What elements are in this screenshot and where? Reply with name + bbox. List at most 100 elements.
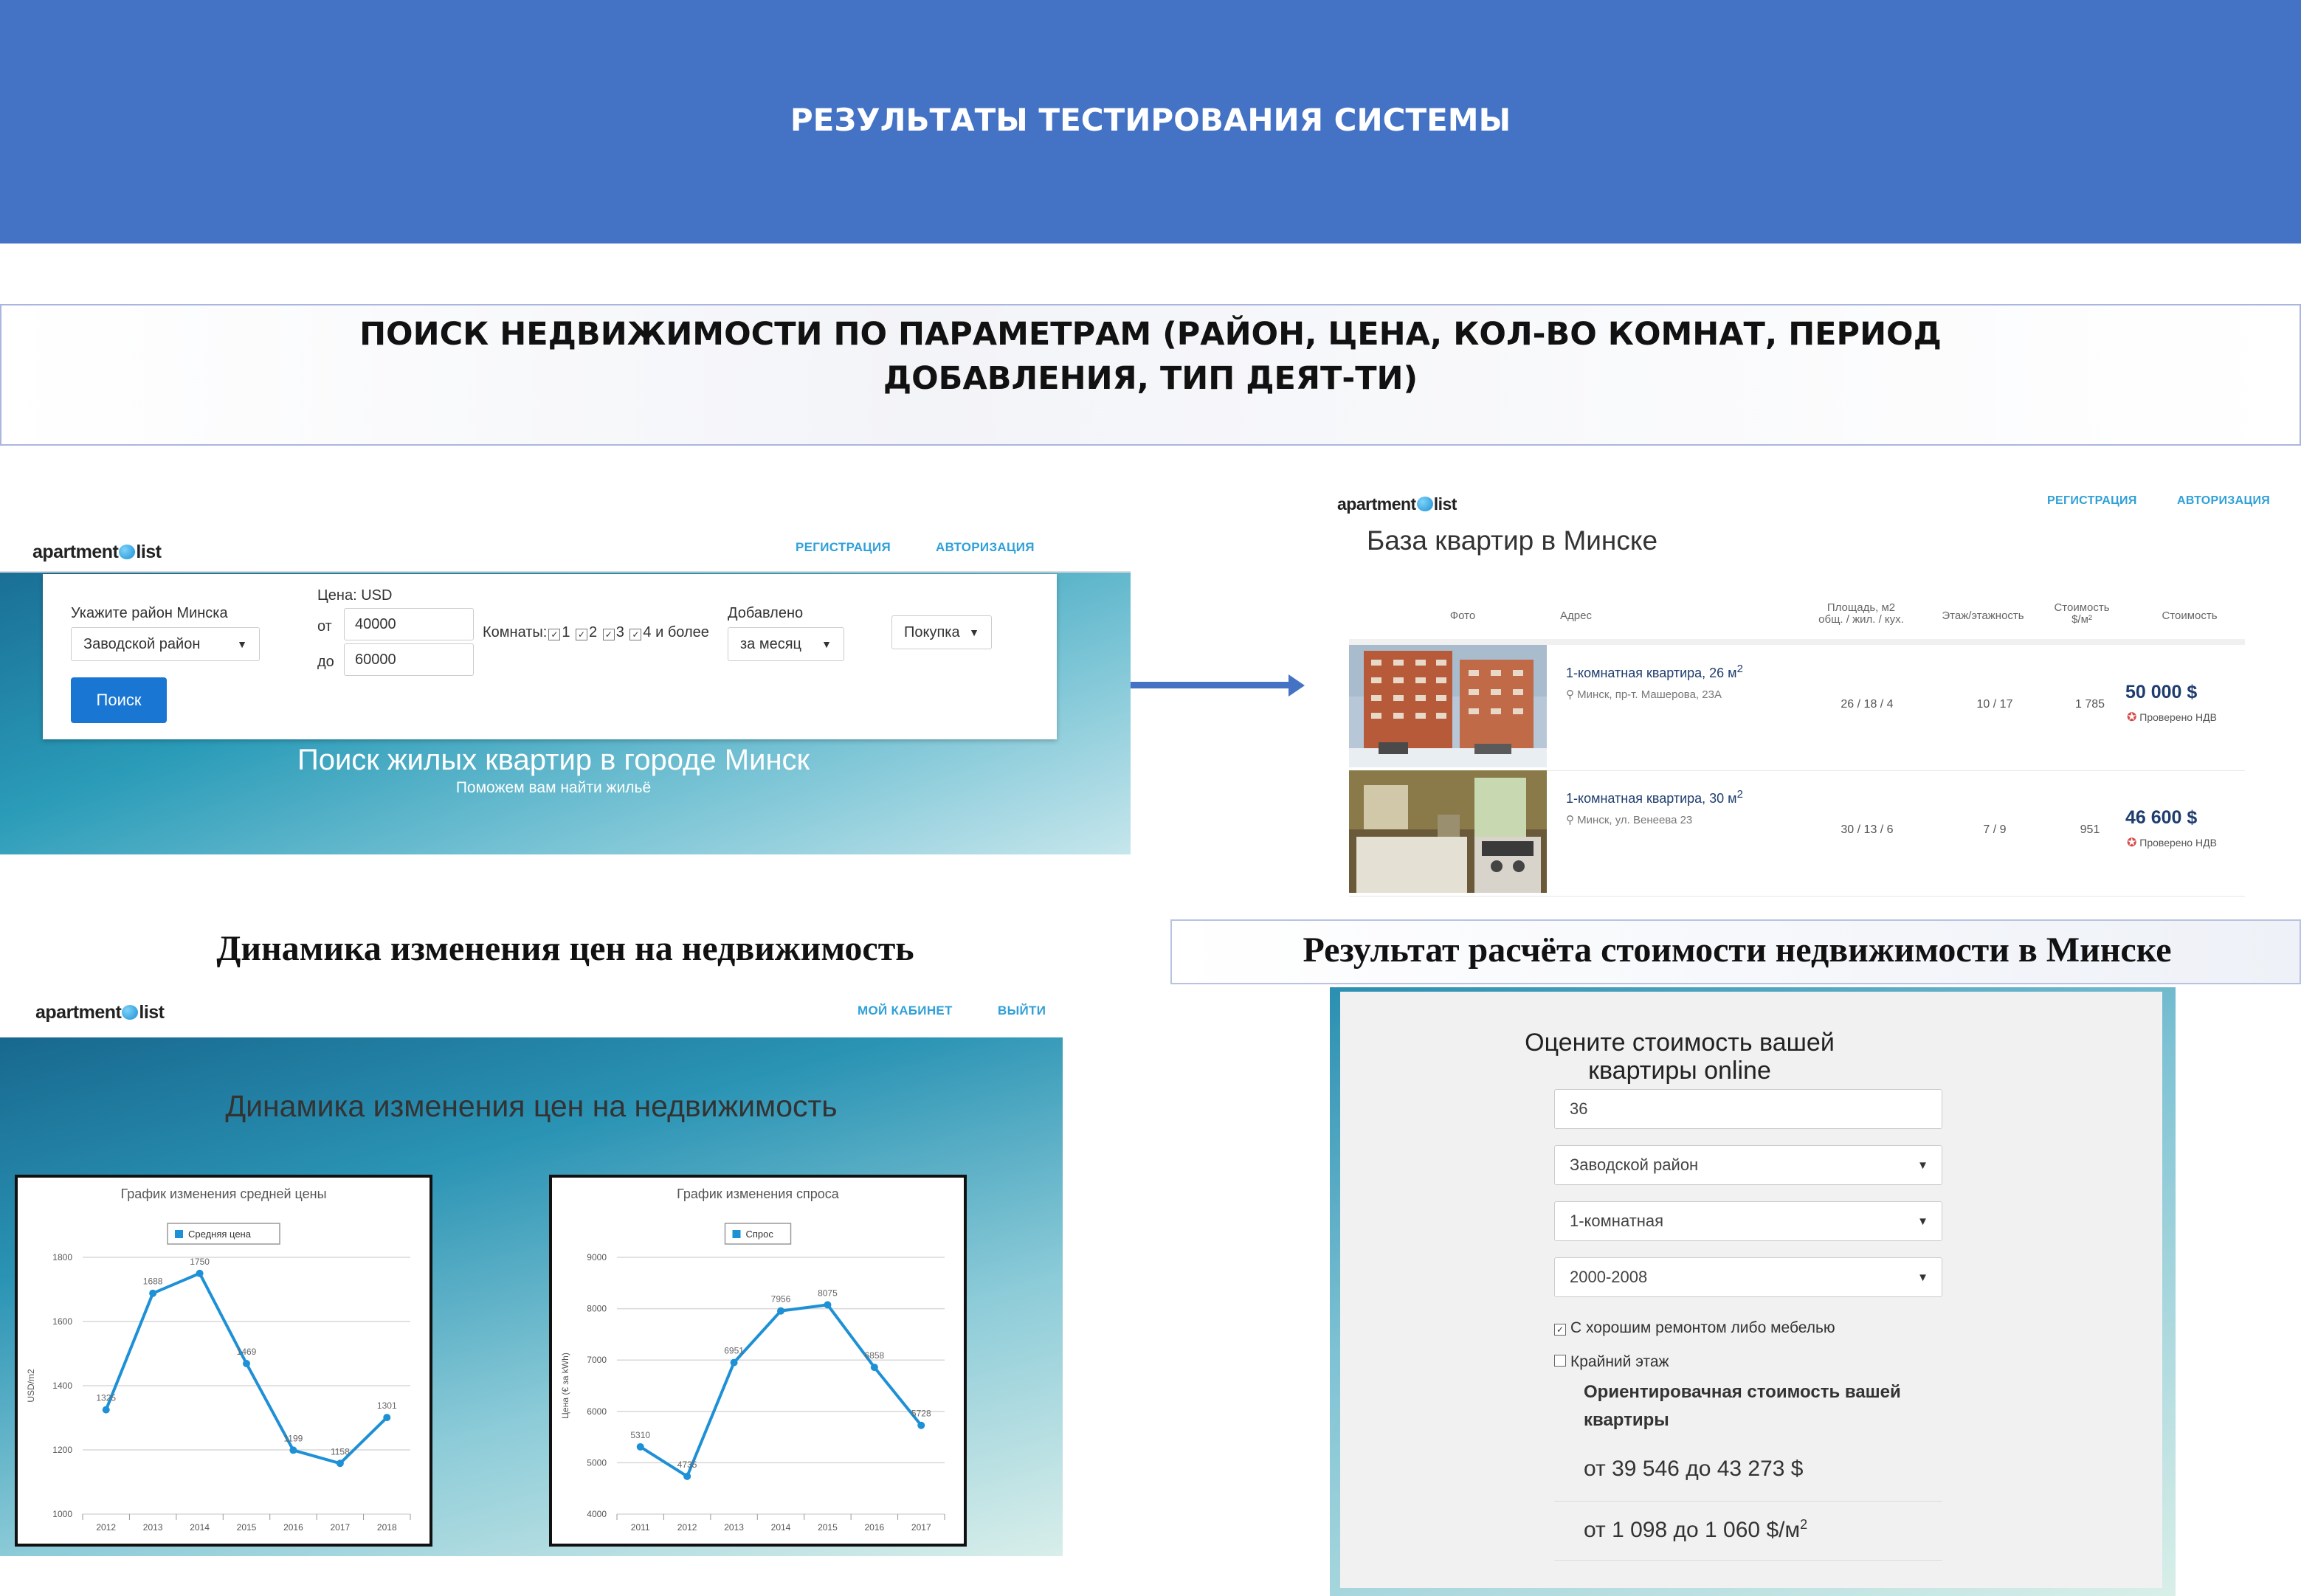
y-tick-label: 1600 bbox=[52, 1316, 72, 1327]
y-tick-label: 6000 bbox=[587, 1406, 607, 1417]
map-pin-icon: ⚲ bbox=[1566, 814, 1578, 826]
listing-title[interactable]: 1-комнатная квартира, 30 м2 bbox=[1566, 788, 1743, 806]
rooms-4-checkbox[interactable]: ✓ bbox=[629, 629, 642, 640]
repair-label: С хорошим ремонтом либо мебелью bbox=[1570, 1319, 1835, 1336]
price-to-input[interactable]: 60000 bbox=[344, 643, 474, 676]
table-row[interactable]: 1-комнатная квартира, 30 м2 ⚲ Минск, ул.… bbox=[1349, 770, 2245, 897]
legend-label: Средняя цена bbox=[188, 1229, 252, 1240]
legend-swatch bbox=[175, 1230, 183, 1238]
verified-badge-text: Проверено НДВ bbox=[2139, 711, 2217, 723]
chart-demand: График изменения спроса Спрос 4000 5000 6000… bbox=[549, 1175, 967, 1547]
data-point bbox=[683, 1472, 691, 1480]
x-tick-label: 2016 bbox=[865, 1522, 885, 1533]
data-label: 6951 bbox=[724, 1346, 744, 1356]
added-label: Добавлено bbox=[728, 605, 804, 621]
added-select[interactable]: за месяц ▼ bbox=[728, 627, 844, 661]
logo-word: apartment bbox=[1337, 494, 1416, 514]
section-subtitle-box: ПОИСК НЕДВИЖИМОСТИ ПО ПАРАМЕТРАМ (РАЙОН,… bbox=[0, 304, 2301, 446]
listing-address: ⚲ Минск, ул. Венеева 23 bbox=[1566, 813, 1692, 826]
dynamics-section-title: Динамика изменения цен на недвижимость bbox=[216, 929, 914, 968]
last-floor-checkbox-row[interactable]: Крайний этаж bbox=[1554, 1353, 1669, 1371]
chevron-down-icon: ▼ bbox=[821, 638, 832, 650]
rooms-1-checkbox[interactable]: ✓ bbox=[548, 629, 561, 640]
logo-word: list bbox=[136, 542, 162, 562]
cabinet-link[interactable]: МОЙ КАБИНЕТ bbox=[858, 1003, 953, 1018]
search-button[interactable]: Поиск bbox=[71, 677, 167, 723]
area-input[interactable]: 36 bbox=[1554, 1089, 1942, 1129]
charts-hero: Динамика изменения цен на недвижимость Г… bbox=[0, 1037, 1063, 1556]
data-label: 1750 bbox=[190, 1257, 210, 1267]
calc-form: Оцените стоимость вашей квартиры online 3… bbox=[1340, 992, 2162, 1588]
rooms-3-checkbox[interactable]: ✓ bbox=[602, 629, 615, 640]
deal-type-select[interactable]: Покупка ▼ bbox=[891, 615, 992, 649]
listing-ppm: 951 bbox=[2080, 823, 2100, 836]
rooms-option: 4 и более bbox=[643, 624, 709, 640]
charts-title: Динамика изменения цен на недвижимость bbox=[225, 1089, 838, 1123]
chart-svg: График изменения средней цены Средняя цен… bbox=[26, 1186, 411, 1533]
data-label: 7956 bbox=[771, 1294, 791, 1305]
col-ppm: Стоимость $/м² bbox=[2041, 602, 2122, 626]
brand-logo[interactable]: apartment list bbox=[32, 542, 162, 563]
logo-word: apartment bbox=[35, 1002, 122, 1023]
repair-checkbox-row[interactable]: ✓ С хорошим ремонтом либо мебелью bbox=[1554, 1319, 1835, 1337]
charts-panel: apartment list МОЙ КАБИНЕТ ВЫЙТИ Динамика… bbox=[0, 992, 1063, 1556]
series-line bbox=[639, 1303, 922, 1479]
apartment-photo[interactable] bbox=[1349, 645, 1547, 767]
data-point bbox=[383, 1414, 391, 1422]
last-floor-checkbox[interactable] bbox=[1554, 1355, 1566, 1367]
search-form-card: Укажите район Минска Заводской район ▼ По… bbox=[43, 574, 1057, 739]
result-divider bbox=[1554, 1501, 1942, 1502]
col-floor: Этаж/этажность bbox=[1942, 609, 2024, 622]
y-tick-label: 4000 bbox=[587, 1509, 607, 1519]
rooms-select[interactable]: 1-комнатная ▼ bbox=[1554, 1201, 1942, 1241]
y-axis-label: Цена (€ за kWh) bbox=[560, 1353, 570, 1419]
brand-logo[interactable]: apartment list bbox=[35, 1002, 165, 1023]
listing-address-text: Минск, пр-т. Машерова, 23А bbox=[1577, 688, 1722, 701]
data-point bbox=[730, 1358, 738, 1367]
data-point bbox=[636, 1443, 644, 1451]
login-link[interactable]: АВТОРИЗАЦИЯ bbox=[936, 540, 1035, 555]
repair-checkbox[interactable]: ✓ bbox=[1554, 1324, 1566, 1336]
page-title: РЕЗУЛЬТАТЫ ТЕСТИРОВАНИЯ СИСТЕМЫ bbox=[790, 102, 1511, 138]
brand-logo[interactable]: apartment list bbox=[1337, 494, 1457, 514]
x-tick-label: 2017 bbox=[911, 1522, 931, 1533]
hero-subtitle: Поможем вам найти жильё bbox=[455, 779, 652, 796]
listing-address-text: Минск, ул. Венеева 23 bbox=[1577, 814, 1693, 826]
listing-floor: 10 / 17 bbox=[1976, 698, 2013, 711]
listing-title[interactable]: 1-комнатная квартира, 26 м2 bbox=[1566, 663, 1743, 681]
col-ppm-line: Стоимость bbox=[2054, 601, 2110, 614]
district-select[interactable]: Заводской район ▼ bbox=[71, 627, 260, 661]
chevron-down-icon: ▼ bbox=[1917, 1215, 1928, 1228]
years-select[interactable]: 2000-2008 ▼ bbox=[1554, 1257, 1942, 1297]
login-link[interactable]: АВТОРИЗАЦИЯ bbox=[2177, 494, 2270, 508]
verified-badge-text: Проверено НДВ bbox=[2139, 837, 2217, 849]
listing-area: 26 / 18 / 4 bbox=[1841, 698, 1894, 711]
years-select-value: 2000-2008 bbox=[1570, 1268, 1648, 1286]
data-label: 1301 bbox=[377, 1400, 397, 1411]
register-link[interactable]: РЕГИСТРАЦИЯ bbox=[796, 540, 891, 555]
result-label: Ориентировачная стоимость вашей квартиры bbox=[1584, 1378, 1938, 1434]
col-area-line: Площадь, м2 bbox=[1826, 601, 1896, 614]
result-label-line: квартиры bbox=[1584, 1410, 1669, 1430]
logout-link[interactable]: ВЫЙТИ bbox=[998, 1003, 1046, 1018]
data-point bbox=[870, 1364, 878, 1372]
apartment-photo[interactable] bbox=[1349, 770, 1547, 893]
col-ppm-line: $/м² bbox=[2071, 613, 2092, 626]
subtitle-line-1: ПОИСК НЕДВИЖИМОСТИ ПО ПАРАМЕТРАМ (РАЙОН,… bbox=[359, 316, 1942, 353]
table-row[interactable]: 1-комнатная квартира, 26 м2 ⚲ Минск, пр-… bbox=[1349, 645, 2245, 771]
data-label: 4735 bbox=[677, 1459, 697, 1470]
y-tick-label: 5000 bbox=[587, 1457, 607, 1468]
y-tick-label: 1800 bbox=[52, 1252, 72, 1262]
rooms-2-checkbox[interactable]: ✓ bbox=[576, 629, 588, 640]
y-tick-label: 1200 bbox=[52, 1445, 72, 1455]
map-pin-icon: ⚲ bbox=[1566, 688, 1578, 701]
register-link[interactable]: РЕГИСТРАЦИЯ bbox=[2047, 494, 2137, 508]
data-point bbox=[102, 1406, 110, 1414]
price-from-input[interactable]: 40000 bbox=[344, 608, 474, 640]
rooms-option: 1 bbox=[562, 624, 570, 640]
district-select[interactable]: Заводской район ▼ bbox=[1554, 1145, 1942, 1185]
result-ppm-text: от 1 098 до 1 060 $/м bbox=[1584, 1518, 1801, 1542]
flow-arrow bbox=[1131, 682, 1290, 688]
x-tick-label: 2016 bbox=[283, 1522, 303, 1533]
heart-icon bbox=[122, 1005, 139, 1020]
